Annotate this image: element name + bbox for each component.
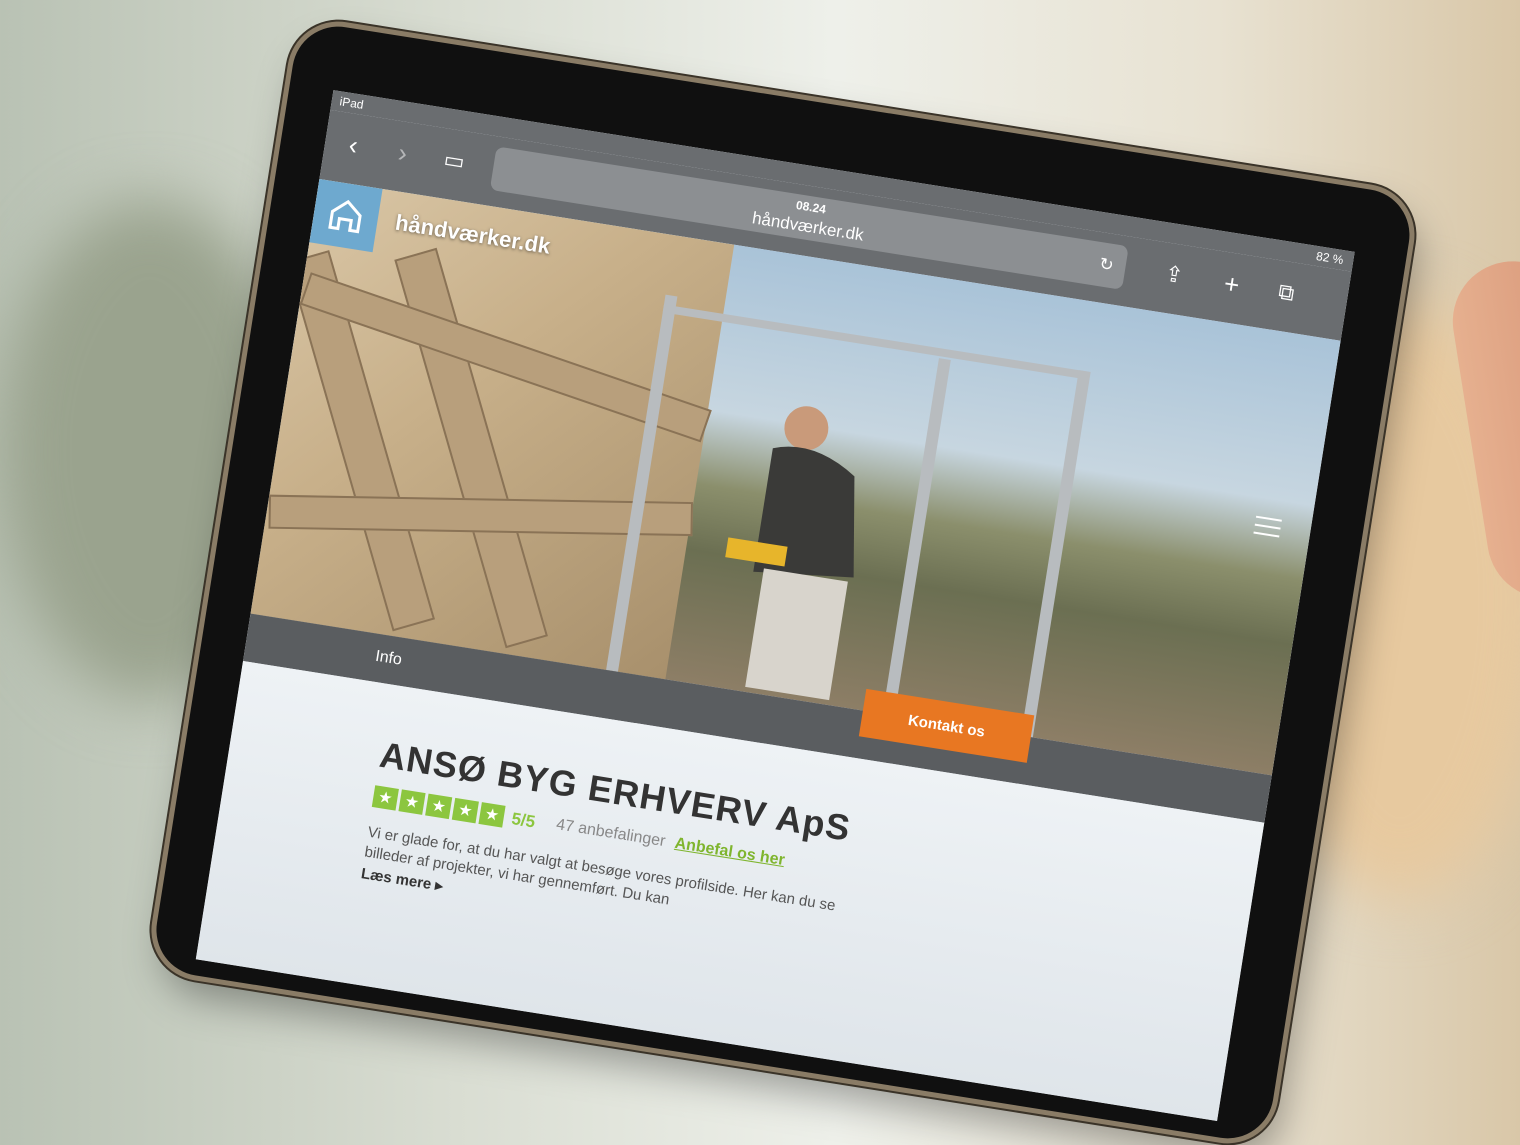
rating-score: 5/5: [510, 809, 537, 832]
device-label: iPad: [338, 94, 365, 112]
bookmarks-icon[interactable]: ▭: [442, 146, 466, 174]
new-tab-icon[interactable]: +: [1222, 268, 1242, 300]
share-icon[interactable]: ⇪: [1163, 261, 1185, 289]
star-icon: ★: [398, 789, 426, 815]
photo-scene: iPad 82 % ‹ › ▭ 08.24 håndværker.dk ↻ ⇪ …: [0, 0, 1520, 1145]
star-icon: ★: [478, 802, 506, 828]
hero-scaffold: [1020, 370, 1091, 738]
star-icon: ★: [451, 797, 479, 824]
tabs-icon[interactable]: ⧉: [1277, 279, 1296, 306]
nav-info[interactable]: Info: [374, 648, 403, 670]
site-logo[interactable]: [309, 178, 383, 253]
back-icon[interactable]: ‹: [347, 129, 360, 160]
forward-icon[interactable]: ›: [396, 137, 409, 168]
recommend-link[interactable]: Anbefal os her: [673, 835, 785, 870]
ipad-screen: iPad 82 % ‹ › ▭ 08.24 håndværker.dk ↻ ⇪ …: [195, 90, 1355, 1122]
ipad-device: iPad 82 % ‹ › ▭ 08.24 håndværker.dk ↻ ⇪ …: [149, 20, 1417, 1145]
star-icon: ★: [425, 793, 453, 820]
hamburger-menu-icon[interactable]: [1252, 510, 1282, 544]
star-icon: ★: [371, 785, 399, 811]
review-count: 47 anbefalinger: [554, 816, 667, 851]
battery-level: 82 %: [1315, 248, 1345, 268]
hero-worker: [725, 406, 855, 701]
hero-scaffold: [662, 304, 1089, 380]
house-icon: [328, 199, 362, 234]
